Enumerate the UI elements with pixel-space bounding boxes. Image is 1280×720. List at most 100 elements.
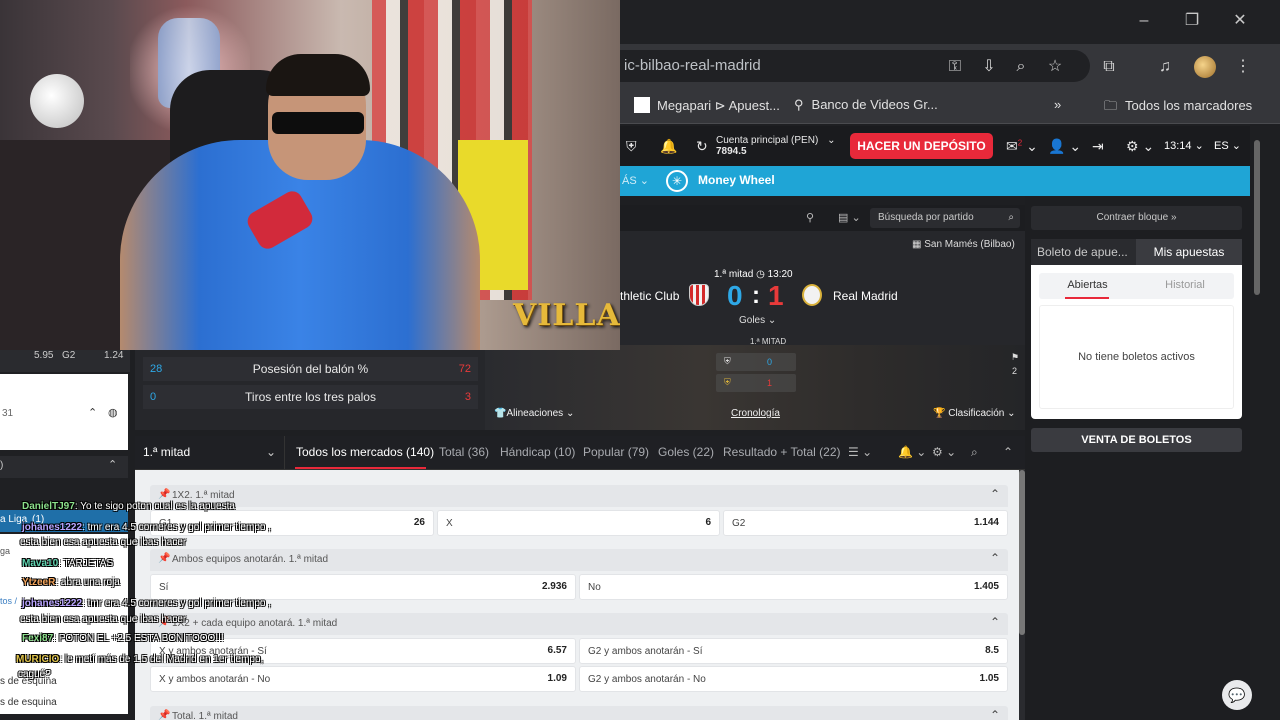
browser-menu-icon[interactable]: ⋮ (1232, 56, 1254, 78)
tab-history[interactable]: Historial (1136, 273, 1234, 299)
odd-button[interactable]: No 1.405 (579, 574, 1008, 600)
chevron-up-icon[interactable]: ⌃ (990, 487, 1000, 501)
odd-button[interactable]: Sí 2.936 (150, 574, 576, 600)
close-icon[interactable]: ✕ (1220, 8, 1260, 34)
odd-button[interactable]: X y ambos anotarán - No 1.09 (150, 666, 576, 692)
messages-icon[interactable]: ✉2 ⌄ (1006, 138, 1038, 155)
bell-icon[interactable]: 🔔 (660, 138, 677, 155)
trophy-icon: 🏆 (933, 408, 946, 419)
key-icon[interactable]: ⚿ (944, 56, 966, 78)
site-header: ⛨ 🔔 ↻ Cuenta principal (PEN) ⌄ 7894.5 HA… (620, 126, 1250, 166)
clock[interactable]: 13:14 ⌄ (1164, 139, 1204, 152)
match-search-input[interactable]: Búsqueda por partido ⌕ (870, 208, 1020, 228)
bookmark-label: Megapari ⊳ Apuest... (657, 98, 780, 113)
home-team-name: thletic Club (620, 289, 680, 303)
bookmark-video-bank[interactable]: ⚲ Banco de Videos Gr... (794, 97, 938, 113)
tab-handicap[interactable]: Hándicap (10) (500, 445, 575, 459)
bookmark-megapari[interactable]: Megapari ⊳ Apuest... (634, 97, 780, 114)
chevron-up-icon[interactable]: ⌃ (108, 458, 117, 471)
account-label: Cuenta principal (716, 135, 789, 146)
venue-label: San Mamés (Bilbao) (924, 239, 1015, 250)
tab-goals[interactable]: Goles (22) (658, 445, 714, 459)
odd-button[interactable]: G2 y ambos anotarán - No 1.05 (579, 666, 1008, 692)
gear-icon[interactable]: ⚙ ⌄ (932, 445, 956, 459)
market-header[interactable]: 📌 1X2 + cada equipo anotará. 1.ª mitad ⌃ (150, 613, 1008, 635)
language-selector[interactable]: ES ⌄ (1214, 139, 1241, 152)
bookmark-star-icon[interactable]: ☆ (1044, 56, 1066, 78)
tab-my-bets[interactable]: Mis apuestas (1136, 239, 1242, 265)
logout-icon[interactable]: ⇥ (1092, 138, 1104, 155)
stream-icon[interactable]: ⚲ (806, 211, 814, 224)
globe-icon[interactable]: ◍ (108, 406, 118, 419)
odd-value: 1.09 (547, 673, 567, 684)
ticket-sale-button[interactable]: VENTA DE BOLETOS (1031, 428, 1242, 452)
section-row[interactable]: ) ⌃ (0, 456, 128, 478)
goals-toggle[interactable]: Goles ⌄ (739, 315, 776, 326)
market-header[interactable]: 📌 Total. 1.ª mitad ⌃ (150, 706, 1008, 720)
stats-chart-icon[interactable]: ▤ ⌄ (838, 211, 861, 224)
restore-icon[interactable]: ❐ (1172, 8, 1212, 34)
chat-username: DanielTJ97 (22, 501, 75, 512)
market-header[interactable]: 📌 1X2. 1.ª mitad ⌃ (150, 485, 1008, 507)
market-header[interactable]: 📌 Ambos equipos anotarán. 1.ª mitad ⌃ (150, 549, 1008, 571)
gear-icon[interactable]: ⚙ ⌄ (1126, 138, 1154, 155)
tab-popular[interactable]: Popular (79) (583, 445, 649, 459)
pin-icon[interactable]: 📌 (158, 489, 170, 500)
all-bookmarks-button[interactable]: 🗀 Todos los marcadores (1104, 97, 1252, 119)
odd-button[interactable]: G2 1.144 (723, 510, 1008, 536)
user-icon[interactable]: 👤 ⌄ (1048, 138, 1081, 155)
bell-icon[interactable]: 🔔 ⌄ (898, 445, 926, 459)
tab-total[interactable]: Total (36) (439, 445, 489, 459)
page-scrollbar[interactable] (1254, 140, 1262, 720)
profile-avatar[interactable] (1194, 56, 1216, 78)
odd-value: 1.144 (973, 517, 999, 528)
bookmarks-overflow-button[interactable]: » (1054, 97, 1061, 112)
list-view-icon[interactable]: ☰ ⌄ (848, 445, 872, 459)
odd-name: X y ambos anotarán - No (159, 674, 271, 685)
collapse-up-icon[interactable]: ⌃ (88, 406, 97, 419)
games-more[interactable]: ÁS ⌄ (622, 174, 649, 187)
odd-name: G2 (732, 518, 746, 529)
chevron-up-icon[interactable]: ⌃ (990, 551, 1000, 565)
zoom-icon[interactable]: ⌕ (1010, 56, 1032, 78)
pin-icon[interactable]: 📌 (158, 553, 170, 564)
odd-button[interactable]: G2 y ambos anotarán - Sí 8.5 (579, 638, 1008, 664)
refresh-icon[interactable]: ↻ (696, 138, 708, 155)
stat-row-possession: 28 Posesión del balón % 72 (143, 357, 478, 381)
install-icon[interactable]: ⇩ (978, 56, 1000, 78)
odd-value: 6.57 (547, 645, 567, 656)
tab-bet-slip[interactable]: Boleto de apue... (1031, 239, 1136, 265)
odd-button[interactable]: X6 (437, 510, 720, 536)
tab-result-total[interactable]: Resultado + Total (22) (723, 445, 841, 459)
active-subtab-indicator (1065, 297, 1109, 299)
account-selector[interactable]: Cuenta principal (PEN) ⌄ 7894.5 (716, 135, 835, 157)
scrollbar-thumb[interactable] (1254, 140, 1260, 295)
football-icon (30, 74, 84, 128)
deposit-button[interactable]: HACER UN DEPÓSITO (850, 133, 993, 159)
pin-icon[interactable]: 📌 (158, 710, 170, 720)
tab-open-bets[interactable]: Abiertas (1039, 273, 1136, 299)
chat-text: : tmr era 4.5 corneres y gol primer tiem… (82, 598, 272, 609)
chat-message: Mava10: TARJETAS (22, 558, 113, 569)
search-icon[interactable]: ⌕ (971, 445, 978, 460)
corners-market[interactable]: s de esquina (0, 697, 57, 708)
money-wheel-link[interactable]: Money Wheel (698, 173, 775, 187)
timeline-link[interactable]: Cronología (731, 408, 780, 419)
media-control-icon[interactable]: ♫ (1154, 56, 1176, 78)
shield-icon[interactable]: ⛨ (626, 138, 637, 155)
chevron-up-icon[interactable]: ⌃ (990, 708, 1000, 720)
lineups-link[interactable]: 👕Alineaciones ⌄ (494, 408, 574, 419)
collapse-up-icon[interactable]: ⌃ (1003, 445, 1013, 459)
extensions-icon[interactable]: ⧉ (1098, 56, 1120, 78)
chat-message: YtzeeR: abra una roja (22, 577, 120, 588)
standings-link[interactable]: 🏆 Clasificación ⌄ (933, 408, 1016, 419)
half-select[interactable]: 1.ª mitad ⌄ (135, 436, 285, 469)
collapse-block-button[interactable]: Contraer bloque » (1031, 206, 1242, 230)
chat-text: : POTON EL +2.5 ESTA BONITOOO!!! (53, 633, 224, 644)
tab-all-markets[interactable]: Todos los mercados (140) (296, 445, 434, 459)
minimize-icon[interactable]: – (1124, 8, 1164, 34)
support-chat-icon[interactable]: 💬 (1222, 680, 1252, 710)
chat-message: Fexi87: POTON EL +2.5 ESTA BONITOOO!!! (22, 633, 224, 644)
chevron-up-icon[interactable]: ⌃ (990, 615, 1000, 629)
chevron-down-icon: ⌄ (827, 135, 836, 146)
